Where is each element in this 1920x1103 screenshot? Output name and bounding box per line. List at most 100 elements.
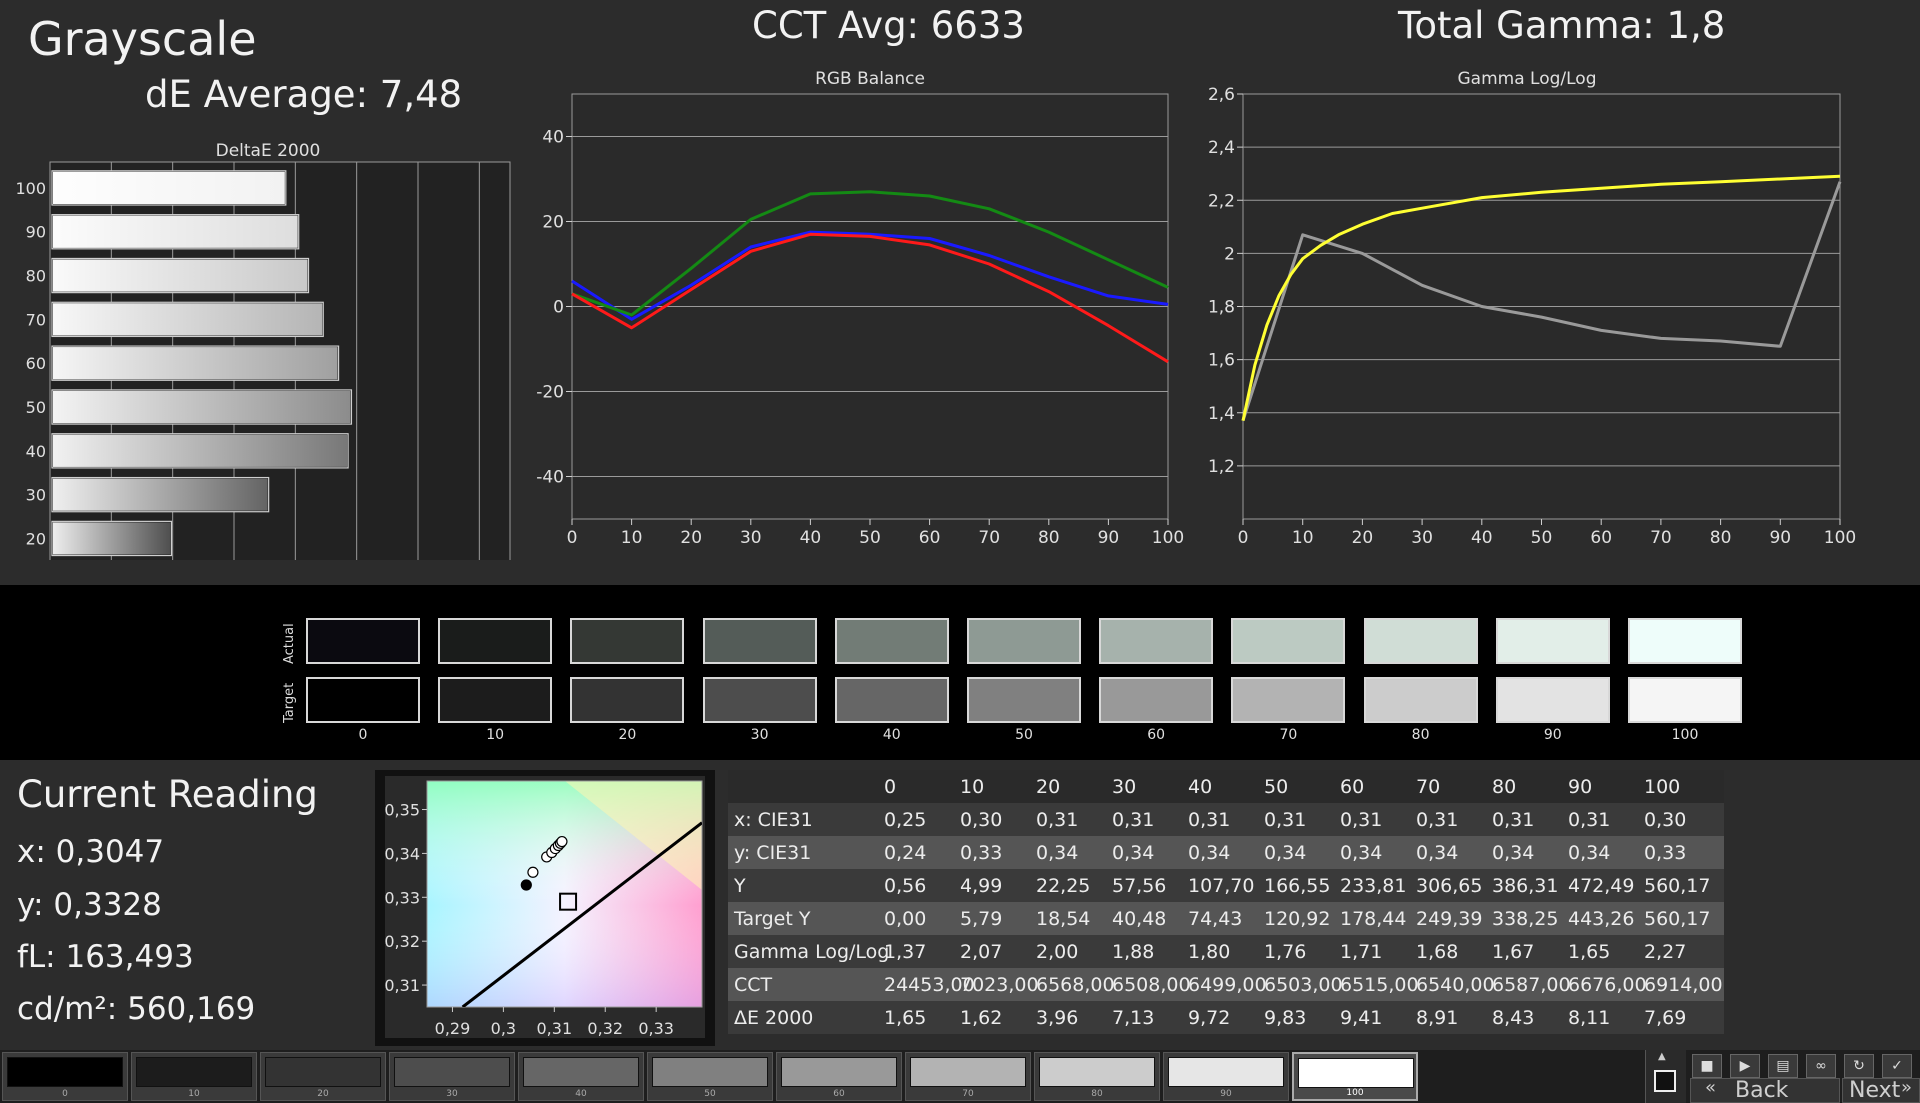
- patch-button[interactable]: 80: [1034, 1052, 1160, 1101]
- refresh-icon[interactable]: ↻: [1844, 1054, 1874, 1078]
- gamma-x-tick: 100: [1824, 528, 1856, 548]
- next-label: Next: [1849, 1078, 1901, 1103]
- table-cell: 8,11: [1568, 1006, 1611, 1029]
- play-icon[interactable]: ▶: [1730, 1054, 1760, 1078]
- patch-button[interactable]: 100: [1292, 1052, 1418, 1101]
- double-chevron-right-icon: »: [1901, 1077, 1913, 1098]
- rgb-y-tick: -40: [536, 468, 564, 488]
- measurement-point: [556, 835, 568, 848]
- table-column-header: 30: [1112, 775, 1137, 798]
- rgb-balance-chart: RGB Balance 40 20 0 -20 -40 0 10 20 30 40 50 60 70 8…: [536, 69, 1184, 548]
- patch-label: 50: [704, 1089, 716, 1099]
- swatch-label: 60: [1147, 727, 1166, 743]
- delta-e-chart: DeltaE 2000 1009080706050403020100 02468…: [15, 141, 511, 560]
- delta-e-bar-highlight: [53, 303, 323, 336]
- actual-swatch: [1231, 618, 1346, 664]
- target-swatch: [702, 677, 817, 723]
- patch-button[interactable]: 0: [2, 1052, 128, 1101]
- delta-e-title: DeltaE 2000: [216, 141, 321, 161]
- table-cell: 74,43: [1188, 907, 1243, 930]
- patch-button[interactable]: 50: [647, 1052, 773, 1101]
- table-cell: 0,34: [1036, 841, 1079, 864]
- cie-x-tick: 0,29: [435, 1019, 471, 1038]
- gamma-x-tick: 30: [1411, 528, 1433, 548]
- patch-button[interactable]: 90: [1163, 1052, 1289, 1101]
- back-button[interactable]: « Back: [1690, 1077, 1840, 1103]
- table-cell: 7,13: [1112, 1006, 1155, 1029]
- table-cell: 40,48: [1112, 907, 1167, 930]
- patch-button[interactable]: 20: [260, 1052, 386, 1101]
- table-cell: 24453,00: [884, 973, 975, 996]
- patch-button[interactable]: 70: [905, 1052, 1031, 1101]
- patch-label: 10: [188, 1089, 200, 1099]
- de-average: dE Average: 7,48: [145, 73, 463, 116]
- save-icon[interactable]: ▤: [1768, 1054, 1798, 1078]
- actual-swatch: [967, 618, 1081, 664]
- patch-button[interactable]: 30: [389, 1052, 515, 1101]
- table-cell: 0,30: [1644, 808, 1687, 831]
- table-cell: 0,30: [960, 808, 1003, 831]
- table-row-label: ΔE 2000: [734, 1006, 814, 1029]
- table-row: x: CIE31 0,25 0,30 0,31 0,31 0,31 0,31 0,31 0,31…: [728, 803, 1724, 836]
- gamma-y-tick: 2,6: [1208, 85, 1235, 105]
- delta-e-y-tick: 100: [15, 179, 46, 198]
- actual-swatch: [438, 618, 553, 664]
- table-cell: 6568,00: [1036, 973, 1115, 996]
- cie-x-tick: 0,32: [587, 1019, 623, 1038]
- rgb-y-tick: -20: [536, 383, 564, 403]
- patch-label: 0: [62, 1089, 68, 1099]
- table-row: y: CIE31 0,24 0,33 0,34 0,34 0,34 0,34 0,34 0,34…: [728, 836, 1724, 869]
- patch-window-icon[interactable]: [1654, 1070, 1676, 1092]
- table-cell: 1,65: [884, 1006, 927, 1029]
- table-cell: 0,31: [1188, 808, 1231, 831]
- check-icon[interactable]: ✓: [1882, 1054, 1912, 1078]
- cie-y-tick: 0,32: [384, 932, 420, 951]
- patch-label: 100: [1346, 1088, 1364, 1098]
- table-cell: 0,33: [960, 841, 1003, 864]
- cie-chart: 0,35 0,34 0,33 0,32 0,31 0,29 0,3 0,31 0,32 0,33: [375, 770, 715, 1046]
- patch-button[interactable]: 40: [518, 1052, 644, 1101]
- table-cell: 6515,00: [1340, 973, 1419, 996]
- next-button[interactable]: Next »: [1842, 1077, 1920, 1103]
- rgb-balance-title: RGB Balance: [815, 69, 925, 89]
- table-cell: 0,31: [1568, 808, 1611, 831]
- table-cell: 0,33: [1644, 841, 1687, 864]
- table-cell: 1,71: [1340, 940, 1383, 963]
- table-row: Gamma Log/Log 1,37 2,07 2,00 1,88 1,80 1,76 1,7…: [728, 935, 1724, 968]
- delta-e-bar-highlight: [53, 215, 298, 248]
- patch-size-control[interactable]: ▲: [1645, 1050, 1686, 1103]
- delta-e-y-tick: 30: [26, 486, 46, 505]
- link-icon[interactable]: ∞: [1806, 1054, 1836, 1078]
- table-cell: 8,43: [1492, 1006, 1535, 1029]
- table-cell: 6503,00: [1264, 973, 1343, 996]
- gamma-y-tick: 1,8: [1208, 298, 1235, 318]
- stop-icon[interactable]: ■: [1692, 1054, 1722, 1078]
- rgb-x-tick: 60: [919, 528, 941, 548]
- rgb-x-tick: 100: [1152, 528, 1184, 548]
- arrow-up-icon[interactable]: ▲: [1658, 1052, 1672, 1062]
- gamma-y-tick: 2: [1224, 244, 1235, 264]
- swatch-label: 80: [1411, 727, 1430, 743]
- patch-color-preview: [265, 1057, 381, 1087]
- table-cell: 57,56: [1112, 874, 1167, 897]
- table-cell: 107,70: [1188, 874, 1255, 897]
- cct-average: CCT Avg: 6633: [752, 4, 1025, 47]
- table-cell: 386,31: [1492, 874, 1559, 897]
- table-cell: 6499,00: [1188, 973, 1267, 996]
- patch-button[interactable]: 10: [131, 1052, 257, 1101]
- table-cell: 0,34: [1416, 841, 1459, 864]
- table-cell: 6540,00: [1416, 973, 1495, 996]
- swatch-label: 20: [618, 727, 637, 743]
- table-cell: 306,65: [1416, 874, 1483, 897]
- target-swatch: [570, 677, 685, 723]
- table-cell: 120,92: [1264, 907, 1331, 930]
- table-cell: 9,83: [1264, 1006, 1307, 1029]
- rgb-x-tick: 90: [1098, 528, 1120, 548]
- table-column-header: 70: [1416, 775, 1441, 798]
- table-column-header: 40: [1188, 775, 1213, 798]
- target-swatch: [438, 677, 553, 723]
- table-column-header: 80: [1492, 775, 1517, 798]
- table-cell: 249,39: [1416, 907, 1483, 930]
- patch-button[interactable]: 60: [776, 1052, 902, 1101]
- actual-swatch: [1363, 618, 1478, 664]
